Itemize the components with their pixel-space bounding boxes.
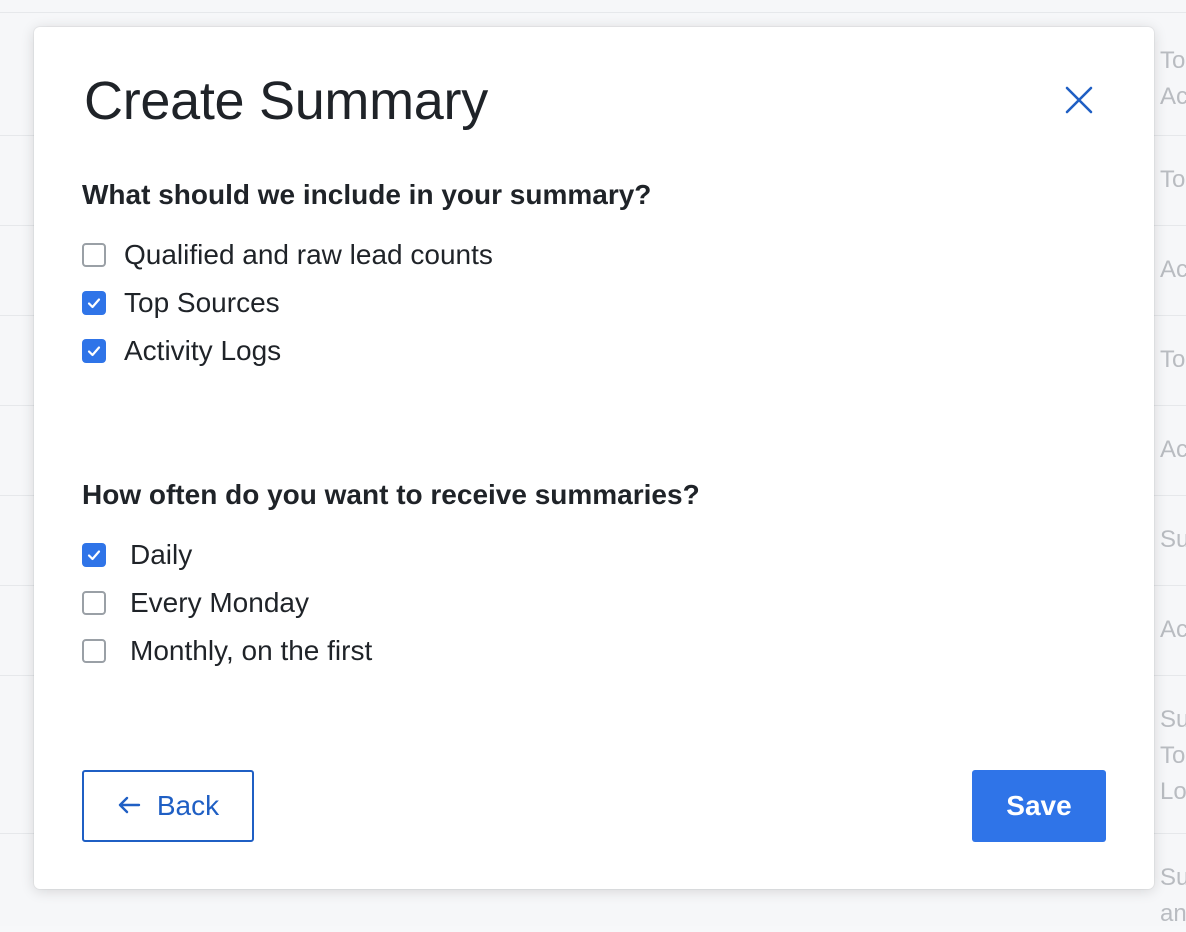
include-section-heading: What should we include in your summary? <box>82 179 652 210</box>
every-monday-checkbox[interactable] <box>82 591 106 615</box>
checkmark-icon <box>87 346 101 357</box>
back-button[interactable]: Back <box>82 770 254 842</box>
table-cell-text: Su <box>1160 706 1186 733</box>
modal-title: Create Summary <box>84 71 488 131</box>
table-cell-text: Lo <box>1160 778 1186 805</box>
table-cell-text: Su <box>1160 864 1186 891</box>
create-summary-modal: Create Summary What should we include in… <box>34 27 1154 889</box>
frequency-option-every-monday[interactable]: Every Monday <box>82 585 309 621</box>
activity-logs-checkbox[interactable] <box>82 339 106 363</box>
option-label: Monthly, on the first <box>130 635 373 666</box>
table-cell-text: To <box>1160 166 1186 193</box>
include-option-lead-counts[interactable]: Qualified and raw lead counts <box>82 237 493 273</box>
frequency-section-heading: How often do you want to receive summari… <box>82 479 700 510</box>
option-label: Daily <box>130 539 193 570</box>
arrow-left-icon <box>117 790 141 822</box>
close-icon <box>1062 86 1096 120</box>
option-label: Every Monday <box>130 587 309 618</box>
include-option-top-sources[interactable]: Top Sources <box>82 285 280 321</box>
daily-checkbox[interactable] <box>82 543 106 567</box>
option-label: Top Sources <box>124 287 280 318</box>
frequency-option-monthly[interactable]: Monthly, on the first <box>82 633 372 669</box>
top-sources-checkbox[interactable] <box>82 291 106 315</box>
table-cell-text: Ac <box>1160 436 1186 463</box>
table-cell-text: Ac <box>1160 616 1186 643</box>
table-cell-text: Ac <box>1160 83 1186 110</box>
table-cell-text: To <box>1160 346 1186 373</box>
table-cell-text: an <box>1160 900 1186 927</box>
option-label: Qualified and raw lead counts <box>124 239 493 270</box>
checkmark-icon <box>87 550 101 561</box>
checkmark-icon <box>87 298 101 309</box>
table-cell-text: Su <box>1160 526 1186 553</box>
lead-counts-checkbox[interactable] <box>82 243 106 267</box>
table-cell-text: Ac <box>1160 256 1186 283</box>
table-cell-text: To <box>1160 742 1186 769</box>
monthly-checkbox[interactable] <box>82 639 106 663</box>
option-label: Activity Logs <box>124 335 282 366</box>
save-button[interactable]: Save <box>972 770 1106 842</box>
frequency-option-daily[interactable]: Daily <box>82 537 192 573</box>
include-option-activity-logs[interactable]: Activity Logs <box>82 333 281 369</box>
table-cell-text: To <box>1160 47 1186 74</box>
back-button-label: Back <box>156 790 220 821</box>
close-button[interactable] <box>1062 83 1096 117</box>
